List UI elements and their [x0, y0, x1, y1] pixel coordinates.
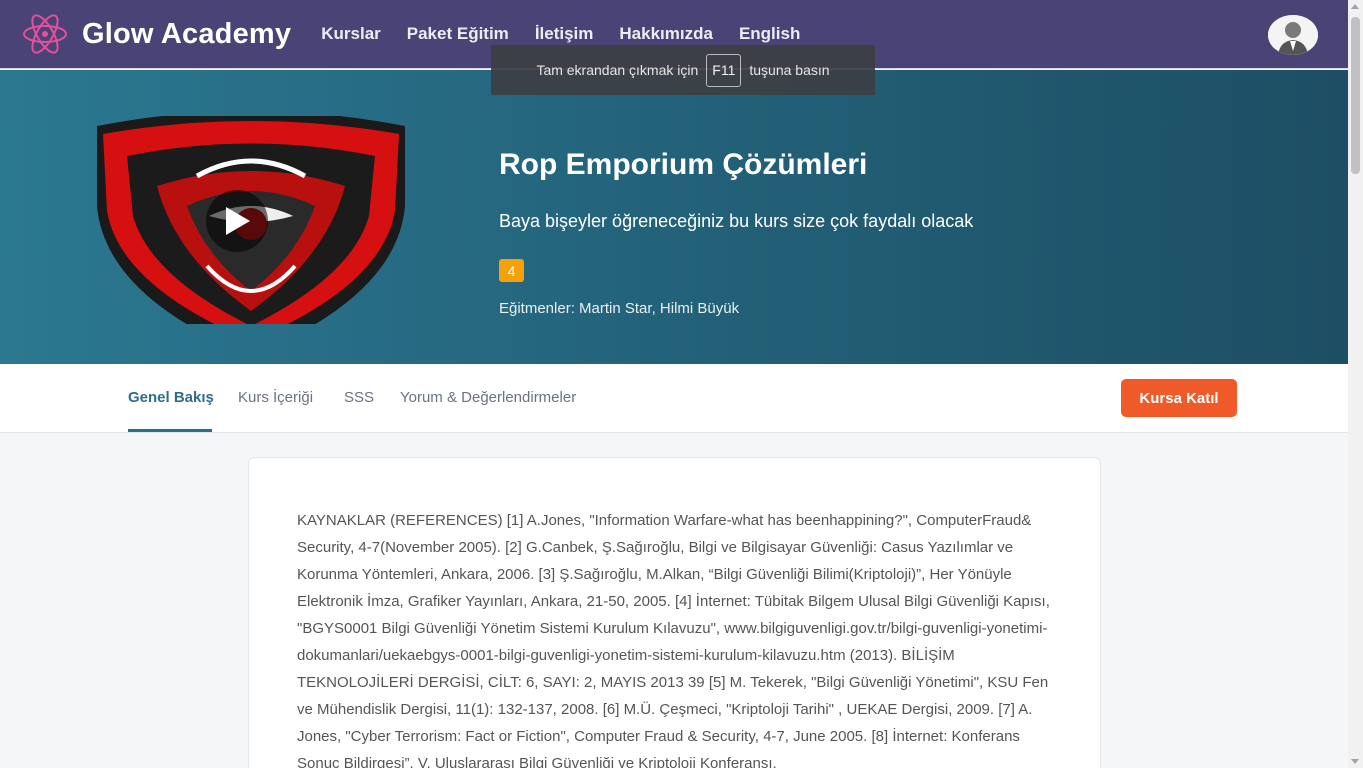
play-icon[interactable]: [206, 190, 268, 252]
course-subtitle: Baya bişeyler öğreneceğiniz bu kurs size…: [499, 211, 974, 231]
instructors-label: Eğitmenler:: [499, 300, 575, 317]
fullscreen-exit-toast: Tam ekrandan çıkmak için F11 tuşuna bası…: [491, 45, 875, 95]
course-hero: Rop Emporium Çözümleri Baya bişeyler öğr…: [0, 70, 1348, 364]
page-scrollbar[interactable]: [1348, 0, 1363, 768]
f11-key: F11: [706, 53, 742, 87]
rating-badge: 4: [499, 259, 524, 282]
nav-links: Kurslar Paket Eğitim İletişim Hakkımızda…: [321, 24, 800, 44]
active-tab-indicator: [128, 429, 212, 432]
scrollbar-thumb[interactable]: [1351, 17, 1360, 174]
scroll-up-icon[interactable]: [1351, 4, 1359, 9]
toast-text-after: tuşuna basın: [749, 62, 830, 78]
overview-card: KAYNAKLAR (REFERENCES) [1] A.Jones, "Inf…: [248, 457, 1101, 768]
tab-kurs-icerigi[interactable]: Kurs İçeriği: [238, 389, 313, 406]
instructors-names[interactable]: Martin Star, Hilmi Büyük: [579, 300, 739, 317]
nav-link-english[interactable]: English: [739, 24, 800, 44]
join-course-button[interactable]: Kursa Katıl: [1121, 379, 1237, 417]
tab-genel-bakis[interactable]: Genel Bakış: [128, 389, 214, 406]
toast-text-before: Tam ekrandan çıkmak için: [536, 62, 699, 78]
atom-icon: [23, 14, 67, 54]
brand[interactable]: Glow Academy: [22, 11, 291, 57]
user-avatar-icon[interactable]: [1268, 15, 1318, 55]
instructors: Eğitmenler: Martin Star, Hilmi Büyük: [499, 300, 739, 317]
brand-name[interactable]: Glow Academy: [82, 18, 291, 51]
nav-link-hakkimizda[interactable]: Hakkımızda: [619, 24, 713, 44]
nav-link-iletisim[interactable]: İletişim: [535, 24, 594, 44]
tab-sss[interactable]: SSS: [344, 389, 374, 406]
course-description: KAYNAKLAR (REFERENCES) [1] A.Jones, "Inf…: [297, 512, 1050, 768]
course-title: Rop Emporium Çözümleri: [499, 148, 868, 181]
nav-link-paket-egitim[interactable]: Paket Eğitim: [407, 24, 509, 44]
nav-link-kurslar[interactable]: Kurslar: [321, 24, 381, 44]
scroll-down-icon[interactable]: [1351, 759, 1359, 764]
tab-yorum-degerlendirmeler[interactable]: Yorum & Değerlendirmeler: [400, 389, 576, 406]
course-preview-video[interactable]: [97, 116, 405, 324]
course-tabs: Genel Bakış Kurs İçeriği SSS Yorum & Değ…: [0, 364, 1348, 433]
